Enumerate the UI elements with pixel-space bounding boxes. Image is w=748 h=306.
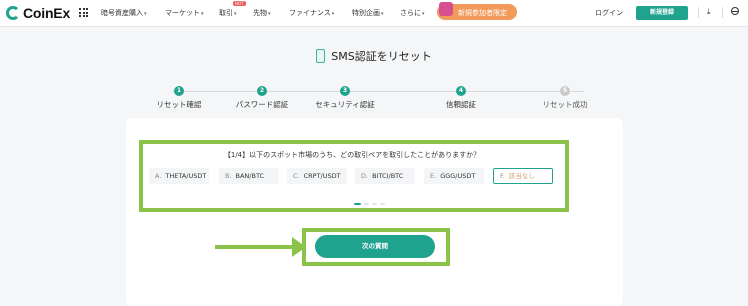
annotation-arrow [215, 245, 295, 249]
answer-option-b[interactable]: B. BAN/BTC [219, 168, 279, 184]
question-pagination [354, 203, 385, 205]
globe-icon[interactable] [731, 7, 739, 15]
nav-item-trade[interactable]: 取引▾ [219, 8, 237, 18]
chevron-down-icon: ▾ [144, 11, 147, 17]
step-number: 3 [340, 86, 350, 96]
step-1: 1 リセット確認 [134, 84, 224, 110]
step-label: リセット成功 [542, 100, 588, 109]
step-3: 3 セキュリティ認証 [300, 84, 390, 110]
page-header: SMS認証をリセット [0, 48, 748, 67]
divider [698, 7, 699, 18]
nav-item-buy-crypto[interactable]: 暗号資産購入▾ [101, 8, 147, 18]
chevron-down-icon: ▾ [381, 11, 384, 17]
nav-item-special[interactable]: 特別企画▾ [352, 8, 384, 18]
next-question-button[interactable]: 次の質問 [315, 235, 435, 258]
coinex-logo-icon [6, 6, 20, 20]
step-label: パスワード認証 [235, 100, 289, 109]
login-link[interactable]: ログイン [595, 8, 623, 18]
step-number: 2 [257, 86, 267, 96]
apps-grid-icon[interactable] [79, 8, 88, 17]
step-number: 5 [560, 86, 570, 96]
promo-label: 新規参加者限定 [458, 9, 507, 17]
step-label: リセット確認 [156, 100, 202, 109]
chevron-down-icon: ▾ [234, 11, 237, 17]
signup-button[interactable]: 新規登録 [636, 6, 688, 20]
nav-item-finance[interactable]: ファイナンス▾ [289, 8, 334, 18]
download-icon[interactable]: ⤓ [707, 7, 711, 17]
chevron-down-icon: ▾ [331, 11, 335, 17]
page-title: SMS認証をリセット [331, 50, 432, 63]
step-number: 1 [174, 86, 184, 96]
question-text: 【1/4】以下のスポット市場のうち、どの取引ペアを取引したことがありますか？ [223, 151, 481, 159]
step-label: 信頼認証 [446, 100, 476, 109]
step-5: 5 リセット成功 [520, 84, 610, 110]
brand-name: CoinEx [23, 5, 71, 21]
answer-option-c[interactable]: C. CRPT/USDT [287, 168, 347, 184]
chevron-down-icon: ▾ [201, 11, 204, 17]
chevron-down-icon: ▾ [422, 11, 425, 17]
gift-icon [439, 2, 453, 16]
nav-item-futures[interactable]: 先物▾ [253, 8, 271, 18]
phone-icon [316, 49, 326, 63]
answer-option-f[interactable]: F. 該当なし [493, 168, 553, 184]
nav-item-more[interactable]: さらに▾ [400, 8, 425, 18]
step-number: 4 [456, 86, 466, 96]
progress-stepper: 1 リセット確認 2 パスワード認証 3 セキュリティ認証 4 信頼認証 5 リ… [132, 84, 628, 114]
step-4: 4 信頼認証 [416, 84, 506, 110]
step-2: 2 パスワード認証 [217, 84, 307, 110]
answer-option-d[interactable]: D. BITCI/BTC [355, 168, 415, 184]
answer-option-a[interactable]: A. THETA/USDT [149, 168, 209, 184]
nav-item-markets[interactable]: マーケット▾ [165, 8, 204, 18]
step-label: セキュリティ認証 [315, 100, 375, 109]
divider [722, 7, 723, 18]
chevron-down-icon: ▾ [268, 11, 271, 17]
hot-badge: HOT [233, 1, 246, 6]
top-nav: CoinEx 暗号資産購入▾ マーケット▾ 取引▾ HOT 先物▾ ファイナンス… [0, 0, 748, 27]
coinex-logo[interactable]: CoinEx [6, 5, 70, 21]
answer-option-e[interactable]: E. GGG/USDT [424, 168, 484, 184]
